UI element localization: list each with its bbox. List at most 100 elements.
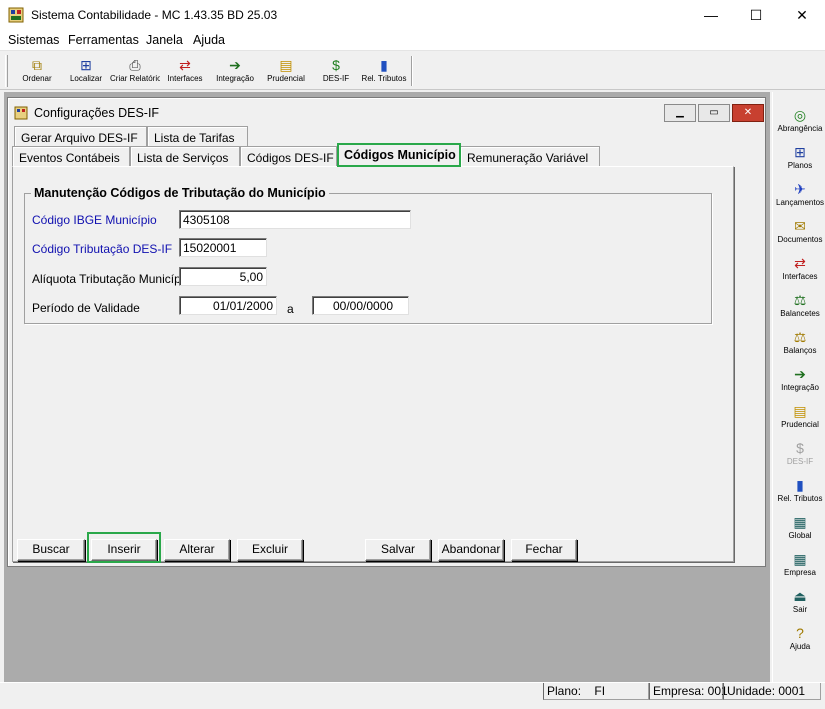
fechar-button[interactable]: Fechar <box>511 539 577 561</box>
rightbar-label: Balancetes <box>780 309 820 318</box>
toolbar-label: Criar Relatório <box>110 74 160 83</box>
toolbar-bar-chart-button[interactable]: ▮ Rel. Tributos <box>359 54 409 88</box>
window-title: Sistema Contabilidade - MC 1.43.35 BD 25… <box>31 8 278 22</box>
toolbar-label: Integração <box>216 74 254 83</box>
title-bar: Sistema Contabilidade - MC 1.43.35 BD 25… <box>0 0 825 31</box>
rightbar-bar-chart-button[interactable]: ▮ Rel. Tributos <box>776 476 824 512</box>
rightbar-exit-button[interactable]: ⏏ Sair <box>776 587 824 623</box>
close-button[interactable]: ✕ <box>779 0 825 31</box>
rightbar-label: Prudencial <box>781 420 819 429</box>
integracao-icon: ➔ <box>229 57 241 73</box>
toolbar: ⧉ Ordenar ⊞ Localizar ⎙ Criar Relatório ⇄ Inter… <box>0 52 825 90</box>
salvar-button[interactable]: Salvar <box>365 539 431 561</box>
status-plano-value: FI <box>594 684 606 698</box>
lancamentos-icon: ✈ <box>794 181 806 197</box>
child-close-button[interactable]: ✕ <box>732 104 764 122</box>
excluir-button[interactable]: Excluir <box>237 539 303 561</box>
tab-codigos-des-if[interactable]: Códigos DES-IF <box>240 146 337 168</box>
rightbar-label: Documentos <box>777 235 823 244</box>
status-plano: Plano: FI <box>543 683 649 700</box>
toolbar-prudencial-button[interactable]: ▤ Prudencial <box>261 54 311 88</box>
status-plano-label: Plano: <box>547 684 582 698</box>
rightbar-global-button[interactable]: ▦ Global <box>776 513 824 549</box>
child-minimize-button[interactable]: ▁ <box>664 104 696 122</box>
rightbar-label: Integração <box>781 383 819 392</box>
periodo-fim-field[interactable]: 00/00/0000 <box>312 296 409 315</box>
periodo-label: Período de Validade <box>32 301 140 315</box>
toolbar-label: Interfaces <box>167 74 203 83</box>
bar-chart-icon: ▮ <box>796 477 804 493</box>
rightbar-abrangencia-button[interactable]: ◎ Abrangência <box>776 106 824 142</box>
menu-ajuda[interactable]: Ajuda <box>193 33 225 47</box>
ibge-field[interactable]: 4305108 <box>179 210 411 229</box>
rightbar-documentos-button[interactable]: ✉ Documentos <box>776 217 824 253</box>
integracao-icon: ➔ <box>794 366 806 382</box>
rightbar-integracao-button[interactable]: ➔ Integração <box>776 365 824 401</box>
rightbar-planos-button[interactable]: ⊞ Planos <box>776 143 824 179</box>
moneybag-icon: $ <box>796 440 804 456</box>
toolbar-ordenar-button[interactable]: ⧉ Ordenar <box>12 54 62 88</box>
tab-codigos-municipio[interactable]: Códigos Município <box>337 143 460 167</box>
rightbar-label: Interfaces <box>782 272 818 281</box>
minimize-button[interactable]: — <box>688 0 734 31</box>
app-window: Sistema Contabilidade - MC 1.43.35 BD 25… <box>0 0 825 709</box>
abrangencia-icon: ◎ <box>793 107 807 123</box>
rightbar-label: Empresa <box>783 568 816 577</box>
toolbar-grip[interactable] <box>5 55 8 87</box>
rightbar-label: Abrangência <box>777 124 823 133</box>
inserir-button[interactable]: Inserir <box>91 539 157 561</box>
menu-ferramentas[interactable]: Ferramentas <box>68 33 139 47</box>
child-title: Configurações DES-IF <box>34 106 160 120</box>
tab-remuneracao-variavel[interactable]: Remuneração Variável <box>460 146 600 168</box>
alterar-button[interactable]: Alterar <box>164 539 230 561</box>
bar-chart-icon: ▮ <box>380 57 388 73</box>
menu-sistemas[interactable]: Sistemas <box>8 33 59 47</box>
trib-field[interactable]: 15020001 <box>179 238 267 257</box>
rightbar-label: Ajuda <box>789 642 811 651</box>
tab-lista-servicos[interactable]: Lista de Serviços <box>130 146 240 168</box>
buscar-button[interactable]: Buscar <box>17 539 85 561</box>
status-bar: Plano: FI Empresa: 001 Unidade: 0001 <box>0 682 825 709</box>
status-empresa: Empresa: 001 <box>649 683 728 700</box>
toolbar-label: DES-IF <box>322 74 350 83</box>
toolbar-interfaces-button[interactable]: ⇄ Interfaces <box>160 54 210 88</box>
toolbar-label: Rel. Tributos <box>361 74 407 83</box>
interfaces-icon: ⇄ <box>794 255 806 271</box>
rightbar-balancos-button[interactable]: ⚖ Balanços <box>776 328 824 364</box>
periodo-sep: a <box>287 302 294 316</box>
rightbar-label: Rel. Tributos <box>777 494 823 503</box>
empresa-icon: ▦ <box>793 551 807 567</box>
tab-gerar-arquivo[interactable]: Gerar Arquivo DES-IF <box>14 126 147 148</box>
periodo-inicio-field[interactable]: 01/01/2000 <box>179 296 277 315</box>
app-icon <box>8 7 24 23</box>
tab-eventos-contabeis[interactable]: Eventos Contábeis <box>12 146 130 168</box>
toolbar-printer-button[interactable]: ⎙ Criar Relatório <box>110 54 160 88</box>
menu-janela[interactable]: Janela <box>146 33 183 47</box>
help-icon: ? <box>796 625 804 641</box>
toolbar-integracao-button[interactable]: ➔ Integração <box>210 54 260 88</box>
abandonar-button[interactable]: Abandonar <box>438 539 504 561</box>
rightbar-label: Global <box>788 531 812 540</box>
maximize-button[interactable]: ☐ <box>733 0 779 31</box>
aliquota-field[interactable]: 5,00 <box>179 267 267 286</box>
child-title-bar: Configurações DES-IF ▁ ▭ ✕ <box>10 100 764 126</box>
toolbar-label: Prudencial <box>267 74 305 83</box>
child-restore-button[interactable]: ▭ <box>698 104 730 122</box>
toolbar-moneybag-button[interactable]: $ DES-IF <box>311 54 361 88</box>
aliquota-label: Alíquota Tributação Município <box>32 272 191 286</box>
ibge-label: Código IBGE Município <box>32 213 157 227</box>
planos-icon: ⊞ <box>794 144 806 160</box>
rightbar-interfaces-button[interactable]: ⇄ Interfaces <box>776 254 824 290</box>
tab-lista-tarifas[interactable]: Lista de Tarifas <box>147 126 248 148</box>
right-toolbar: ◎ Abrangência ⊞ Planos ✈ Lançamentos ✉ Document… <box>772 92 825 682</box>
rightbar-empresa-button[interactable]: ▦ Empresa <box>776 550 824 586</box>
global-icon: ▦ <box>793 514 807 530</box>
window-icon <box>14 106 28 120</box>
rightbar-lancamentos-button[interactable]: ✈ Lançamentos <box>776 180 824 216</box>
rightbar-balancetes-button[interactable]: ⚖ Balancetes <box>776 291 824 327</box>
rightbar-help-button[interactable]: ? Ajuda <box>776 624 824 660</box>
rightbar-moneybag-button: $ DES-IF <box>776 439 824 475</box>
menu-bar: Sistemas Ferramentas Janela Ajuda <box>0 31 825 51</box>
rightbar-prudencial-button[interactable]: ▤ Prudencial <box>776 402 824 438</box>
toolbar-localizar-button[interactable]: ⊞ Localizar <box>61 54 111 88</box>
